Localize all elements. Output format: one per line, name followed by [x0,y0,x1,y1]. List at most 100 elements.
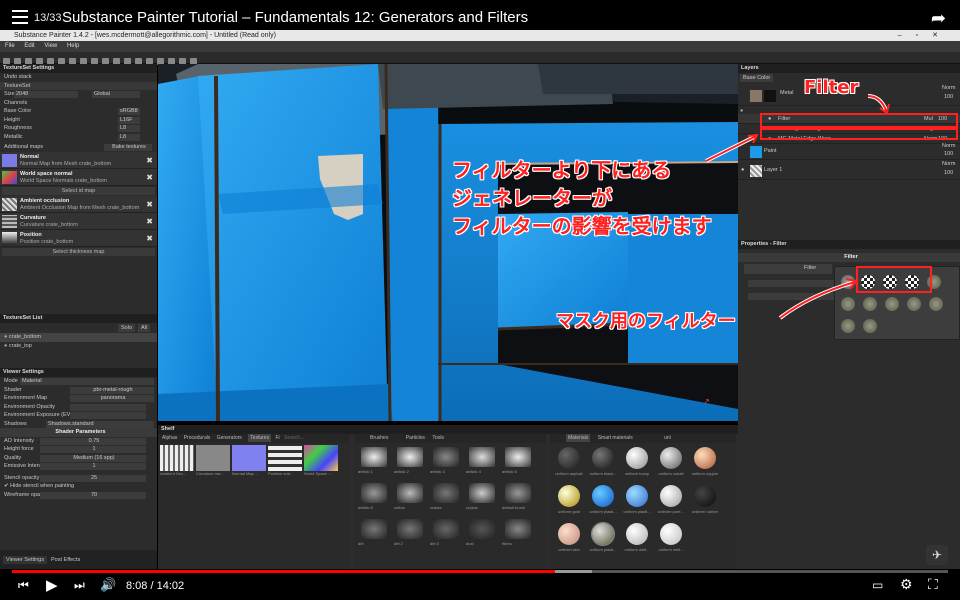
eye-icon[interactable]: ● [740,108,750,118]
menu-help[interactable]: Help [67,43,79,49]
solo-button[interactable]: Solo [118,324,136,332]
brush-item[interactable]: cotton [394,479,430,515]
filter-thumb[interactable] [841,275,855,289]
material-item[interactable]: uniform asphalt [552,443,586,481]
map-item[interactable]: World space normal World Space Normals cr… [0,168,157,186]
shader-select[interactable]: pbr-metal-rough [70,386,154,394]
param-value[interactable]: 1 [40,463,146,470]
filter-thumb[interactable] [863,297,877,311]
tab-textures[interactable]: Textures [248,434,272,442]
next-icon[interactable]: ⏭ [74,578,85,593]
brush-item[interactable]: fibers [502,515,538,551]
brush-item[interactable]: artistic 6 [358,479,394,515]
material-item[interactable]: uniform plasti... [586,481,620,519]
eye-icon[interactable]: ● [4,343,7,349]
layer-opacity[interactable]: 100 [944,92,953,103]
filter-thumb[interactable] [841,297,855,311]
env-opacity-slider[interactable] [70,403,146,411]
texture-item[interactable]: Ambient Occ... [160,445,194,476]
tab-post-effects[interactable]: Post Effects [48,556,83,564]
brush-item[interactable]: dust [466,515,502,551]
material-item[interactable]: uniform skin [552,519,586,557]
select-id-map-button[interactable]: Select id map [2,186,155,195]
material-item[interactable]: uniform gold [552,481,586,519]
material-item[interactable]: uniform black... [586,443,620,481]
all-button[interactable]: All [138,324,151,332]
progress-bar[interactable] [12,570,948,573]
layer-opacity[interactable]: 100 [944,168,953,179]
material-search[interactable]: uni [664,435,671,441]
size-select[interactable]: 2048 [14,91,78,98]
brush-item[interactable]: artistic 4 [466,443,502,479]
filter-thumb[interactable] [885,297,899,311]
brush-item[interactable]: cracks [430,479,466,515]
share-icon[interactable]: ➦ [931,8,946,29]
tab-generators[interactable]: Generators [217,435,242,441]
material-item[interactable]: uniform copper [688,443,722,481]
property-field[interactable] [748,293,834,300]
map-item[interactable]: Curvature Curvature crate_bottom ✖ [0,212,157,230]
channel-format[interactable]: L8 [118,125,140,132]
menu-file[interactable]: File [5,43,15,49]
stencil-slider[interactable]: 25 [40,474,146,482]
textureset-item[interactable]: ● crate_bottom [0,333,157,342]
property-field[interactable] [748,280,834,287]
shadows-select[interactable]: Shadows.standard [46,420,154,428]
map-item[interactable]: Normal Normal Map from Mesh crate_bottom ✖ [0,151,157,169]
channel-format[interactable]: L8 [118,133,140,141]
size-global[interactable]: Global [92,91,140,98]
material-item[interactable]: uniform pure... [654,481,688,519]
textureset-item[interactable]: ● crate_top [0,342,157,351]
map-item[interactable]: Ambient occlusion Ambient Occlusion Map f… [0,195,157,213]
env-exposure-slider[interactable] [70,412,146,419]
tab-particles[interactable]: Particles [406,435,425,441]
tab-viewer-settings[interactable]: Viewer Settings [3,556,48,564]
checkbox-icon[interactable]: ✔ [4,483,9,489]
select-thickness-map-button[interactable]: Select thickness map [2,247,155,256]
menu-view[interactable]: View [44,43,57,49]
settings-icon[interactable]: ⚙ [900,576,913,593]
envmap-select[interactable]: panorama [70,395,154,402]
param-value[interactable]: Medium (16 spp) [40,454,146,462]
brush-item[interactable]: artistic 1 [358,443,394,479]
channel-format[interactable]: sRGB8 [118,108,140,115]
filter-thumb[interactable] [907,297,921,311]
tab-filters[interactable]: Fi [275,435,279,441]
mode-select[interactable]: Material [20,378,154,385]
material-item[interactable]: uniform plasti... [620,481,654,519]
filter-slot[interactable]: Filter [744,264,832,274]
tab-procedurals[interactable]: Procedurals [184,435,211,441]
layer-row[interactable]: Paint Norm 100 [738,143,960,160]
brush-item[interactable]: dirt [358,515,394,551]
param-value[interactable]: 1 [40,446,146,453]
close-icon[interactable]: ✖ [146,156,153,165]
menu-edit[interactable]: Edit [24,43,34,49]
brush-item[interactable]: crystal [466,479,502,515]
texture-item[interactable]: Curvature ma... [196,445,230,476]
material-item[interactable]: uniform bump [620,443,654,481]
brush-item[interactable]: artistic 2 [394,443,430,479]
material-item[interactable]: uniform cobalt [654,443,688,481]
brush-item[interactable]: dirt 2 [394,515,430,551]
close-icon[interactable]: ✖ [146,173,153,182]
channel-format[interactable]: L16F [118,116,140,124]
close-icon[interactable]: ✖ [146,217,153,226]
eye-icon[interactable]: ● [4,334,7,340]
tab-smart-materials[interactable]: Smart materials [598,435,633,441]
tab-alphas[interactable]: Alphas [162,435,177,441]
previous-icon[interactable]: ⏮ [18,578,29,593]
eye-icon[interactable]: ● [741,165,744,176]
param-value[interactable]: 0.75 [40,437,146,445]
close-icon[interactable]: ✖ [146,234,153,243]
captions-icon[interactable]: ▭ [872,578,883,592]
playlist-menu-icon[interactable] [12,10,28,24]
tab-brushes[interactable]: Brushes [370,435,388,441]
brush-item[interactable]: artistic 3 [430,443,466,479]
channel-select[interactable]: Base Color [740,74,774,82]
material-item[interactable]: uniform whit... [620,519,654,557]
material-item[interactable]: uniform whit... [654,519,688,557]
texture-item[interactable]: Position crat... [268,445,302,476]
filter-thumb[interactable] [863,319,877,333]
brush-item[interactable]: default brush [502,479,538,515]
shelf-search[interactable]: Search... [284,435,304,441]
